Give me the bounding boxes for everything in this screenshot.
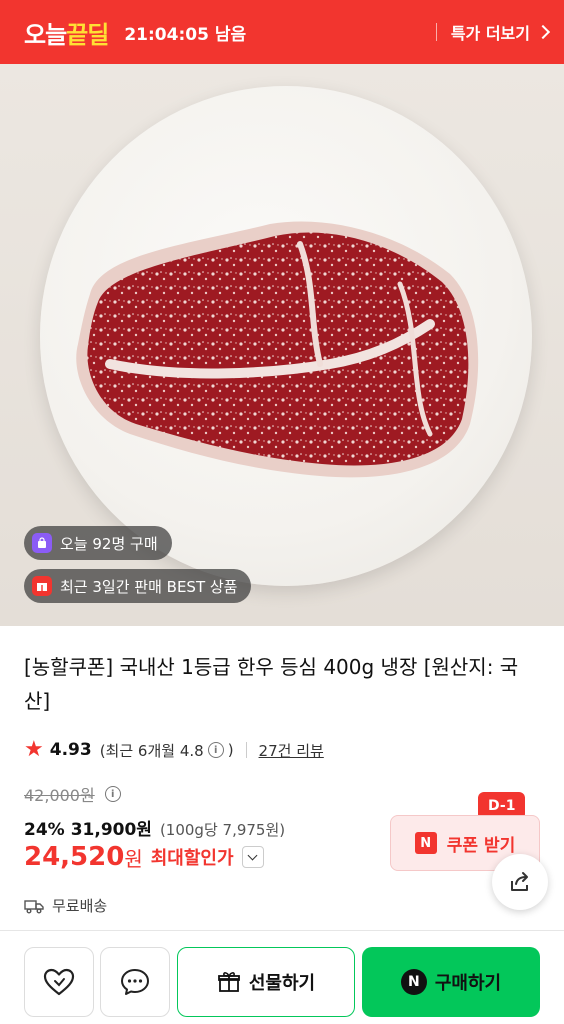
best-seller-label: 최근 3일간 판매 BEST 상품 xyxy=(60,577,238,596)
chat-bubble-icon xyxy=(121,969,149,995)
deal-logo-part2: 끝딜 xyxy=(66,20,109,49)
shopping-bag-icon xyxy=(32,533,52,553)
rating-row: ★ 4.93 (최근 6개월 4.8 i ) 27건 리뷰 xyxy=(24,738,324,762)
max-discount-label: 최대할인가 xyxy=(150,848,234,869)
recent-rating-close: ) xyxy=(227,741,234,759)
heart-icon xyxy=(43,968,75,996)
share-icon xyxy=(511,872,528,891)
price-info-icon[interactable]: i xyxy=(104,786,121,802)
rating-divider xyxy=(245,742,247,758)
max-discount-row: 24,520 원 최대할인가 xyxy=(24,842,264,872)
deal-logo: 오늘끝딜 xyxy=(24,15,109,50)
more-deals-link[interactable]: 특가 더보기 xyxy=(450,20,551,44)
original-price: 42,000원 xyxy=(24,786,95,805)
talk-button[interactable] xyxy=(100,947,170,1017)
truck-icon xyxy=(24,899,44,913)
rating-score: 4.93 xyxy=(49,740,92,760)
coupon-label: 쿠폰 받기 xyxy=(446,835,516,856)
purchase-count-label: 오늘 92명 구매 xyxy=(60,534,158,553)
steak-illustration xyxy=(76,221,479,478)
chevron-down-icon xyxy=(247,850,258,860)
naver-pay-icon: N xyxy=(400,969,427,995)
shipping-label: 무료배송 xyxy=(52,897,108,915)
max-discount-price: 24,520 xyxy=(24,842,125,872)
share-button[interactable] xyxy=(492,854,548,910)
shipping-row: 무료배송 xyxy=(24,895,107,916)
gift-icon xyxy=(217,972,240,992)
gift-button-label: 선물하기 xyxy=(248,973,316,994)
chevron-right-icon xyxy=(535,24,551,40)
wishlist-button[interactable] xyxy=(24,947,94,1017)
more-deals-label: 특가 더보기 xyxy=(450,24,530,43)
sale-price: 31,900원 xyxy=(70,820,152,840)
buy-button-label: 구매하기 xyxy=(434,973,502,994)
buy-button[interactable]: N 구매하기 xyxy=(362,947,540,1017)
review-count-link[interactable]: 27건 리뷰 xyxy=(259,740,324,761)
purchase-count-badge: 오늘 92명 구매 xyxy=(24,526,172,560)
star-icon: ★ xyxy=(24,737,44,762)
info-icon[interactable]: i xyxy=(207,742,224,758)
gift-button[interactable]: 선물하기 xyxy=(177,947,355,1017)
gift-box-icon xyxy=(32,576,52,596)
product-title: [농할쿠폰] 국내산 1등급 한우 등심 400g 냉장 [원산지: 국산] xyxy=(24,655,519,713)
sale-price-row: 24% 31,900원 (100g당 7,975원) xyxy=(24,815,285,840)
max-discount-currency: 원 xyxy=(124,846,143,871)
deal-logo-part1: 오늘 xyxy=(24,20,67,49)
bottom-divider xyxy=(0,930,564,931)
best-seller-badge: 최근 3일간 판매 BEST 상품 xyxy=(24,569,252,603)
recent-rating: (최근 6개월 4.8 xyxy=(99,741,204,760)
deal-banner: 오늘끝딜 21:04:05 남음 특가 더보기 xyxy=(0,0,564,64)
discount-rate: 24% xyxy=(24,820,65,840)
product-image[interactable]: 오늘 92명 구매 최근 3일간 판매 BEST 상품 xyxy=(0,64,564,626)
deal-divider xyxy=(435,23,437,41)
deal-countdown: 21:04:05 남음 xyxy=(124,24,247,45)
naver-n-icon: N xyxy=(414,832,437,854)
max-discount-dropdown[interactable] xyxy=(241,846,264,868)
unit-price: (100g당 7,975원) xyxy=(159,821,286,839)
original-price-row: 42,000원 i xyxy=(24,782,125,806)
